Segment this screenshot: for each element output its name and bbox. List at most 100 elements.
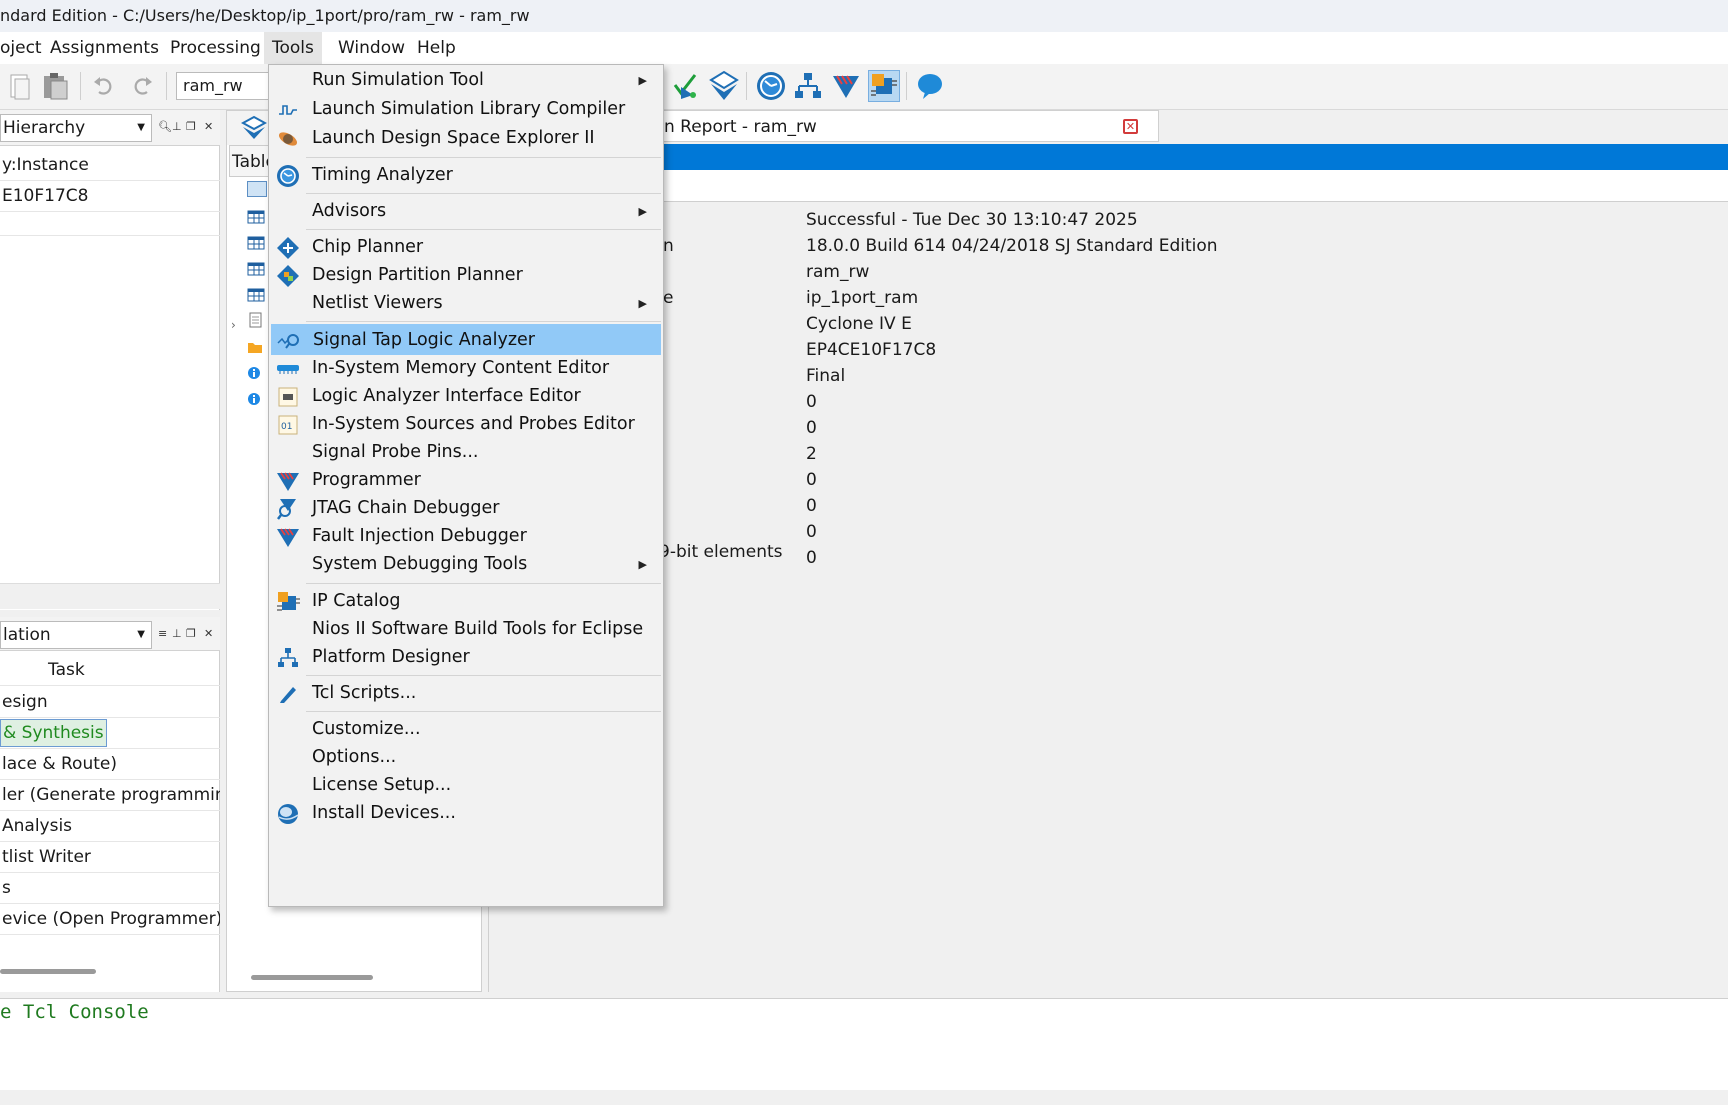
menubar: oject Assignments Processing Tools Windo… [0, 32, 1728, 64]
tcl-pen-icon [276, 682, 300, 706]
menu-item-signal-probe-pins[interactable]: Signal Probe Pins... [271, 437, 661, 468]
info-icon[interactable] [247, 391, 267, 407]
submenu-arrow-icon: ▶ [638, 297, 647, 310]
analysis-check-icon[interactable] [670, 70, 702, 102]
menu-item-nios-ii-sbt-eclipse[interactable]: Nios II Software Build Tools for Eclipse [271, 614, 661, 645]
task-row[interactable]: & Synthesis [0, 718, 220, 749]
menu-item-run-simulation-tool[interactable]: Run Simulation Tool ▶ [271, 65, 661, 96]
flow-combo[interactable]: lation ▼ [0, 621, 152, 649]
menu-item-programmer[interactable]: Programmer [271, 465, 661, 496]
report-label: 9-bit elements [659, 542, 783, 562]
task-row[interactable]: esign [0, 687, 220, 718]
partition-icon [276, 264, 300, 288]
redo-icon[interactable] [126, 70, 158, 102]
globe-icon [276, 802, 300, 826]
menu-item-install-devices[interactable]: Install Devices... [271, 798, 661, 829]
menu-item-customize[interactable]: Customize... [271, 714, 661, 745]
menu-help[interactable]: Help [409, 32, 464, 64]
undo-icon[interactable] [88, 70, 120, 102]
hierarchy-empty-row [0, 212, 220, 236]
menu-item-advisors[interactable]: Advisors ▶ [271, 196, 661, 227]
revision-combo[interactable]: ram_rw [176, 72, 272, 100]
menu-item-logic-analyzer-interface-editor[interactable]: Logic Analyzer Interface Editor [271, 381, 661, 412]
horizontal-scrollbar[interactable] [0, 969, 96, 974]
menu-processing[interactable]: Processing [162, 32, 269, 64]
feedback-bubble-icon[interactable] [914, 70, 946, 102]
task-column-header: Task [0, 655, 220, 686]
menu-item-timing-analyzer[interactable]: Timing Analyzer [271, 160, 661, 191]
menu-assignments[interactable]: Assignments [42, 32, 167, 64]
menu-window[interactable]: Window [330, 32, 413, 64]
quartus-version-value: 18.0.0 Build 614 04/24/2018 SJ Standard … [806, 236, 1218, 256]
menu-item-chip-planner[interactable]: Chip Planner [271, 232, 661, 263]
float-window-icon[interactable]: ❐ [186, 120, 196, 133]
fault-injection-icon [276, 525, 300, 549]
task-row[interactable]: tlist Writer [0, 842, 220, 873]
lai-icon [276, 385, 300, 409]
submenu-arrow-icon: ▶ [638, 558, 647, 571]
family-value: Cyclone IV E [806, 314, 912, 334]
report-value: 0 [806, 522, 817, 542]
menu-item-platform-designer[interactable]: Platform Designer [271, 642, 661, 673]
programmer-toolbar-icon[interactable] [830, 70, 862, 102]
close-icon[interactable]: ✕ [204, 120, 213, 133]
menu-item-tcl-scripts[interactable]: Tcl Scripts... [271, 678, 661, 709]
task-row[interactable]: Analysis [0, 811, 220, 842]
menu-item-in-system-sources-probes[interactable]: 01 In-System Sources and Probes Editor [271, 409, 661, 440]
list-icon[interactable]: ≡ [158, 627, 167, 640]
task-row[interactable]: s [0, 873, 220, 904]
menu-item-in-system-memory-content-editor[interactable]: In-System Memory Content Editor [271, 353, 661, 384]
ip-catalog-toolbar-icon[interactable] [868, 70, 900, 102]
menu-item-design-space-explorer[interactable]: Launch Design Space Explorer II [271, 123, 661, 154]
menu-item-ip-catalog[interactable]: IP Catalog [271, 586, 661, 617]
task-analysis-synthesis[interactable]: & Synthesis [0, 719, 107, 747]
clock-icon [276, 164, 300, 188]
task-row[interactable]: lace & Route) [0, 749, 220, 780]
float-window-icon[interactable]: ❐ [186, 627, 196, 640]
menu-item-netlist-viewers[interactable]: Netlist Viewers ▶ [271, 288, 661, 319]
menu-item-license-setup[interactable]: License Setup... [271, 770, 661, 801]
close-tab-icon[interactable]: ✕ [1123, 119, 1138, 134]
table-icon[interactable] [247, 209, 267, 225]
table-icon[interactable] [247, 261, 267, 277]
report-value: 0 [806, 548, 817, 568]
horizontal-scrollbar[interactable] [251, 975, 373, 980]
waveform-icon [276, 98, 300, 122]
info-icon[interactable] [247, 365, 267, 381]
timing-analyzer-icon[interactable] [755, 70, 787, 102]
compile-icon[interactable] [708, 70, 740, 102]
menu-item-options[interactable]: Options... [271, 742, 661, 773]
navigator-view-combo[interactable]: Hierarchy ▼ [0, 114, 152, 142]
menu-tools[interactable]: Tools [264, 32, 322, 64]
folder-icon[interactable] [247, 339, 267, 355]
paste-icon[interactable] [40, 70, 72, 102]
menu-item-signal-tap-logic-analyzer[interactable]: Signal Tap Logic Analyzer [271, 324, 661, 355]
document-icon[interactable] [247, 312, 267, 328]
hierarchy-device-row[interactable]: E10F17C8 [0, 181, 220, 212]
chip-planner-icon [276, 236, 300, 260]
menu-item-system-debugging-tools[interactable]: System Debugging Tools ▶ [271, 549, 661, 580]
pin-icon[interactable]: ⊥ [172, 627, 182, 640]
report-value: 2 [806, 444, 817, 464]
task-row[interactable]: evice (Open Programmer) [0, 904, 220, 935]
netlist-icon[interactable] [792, 70, 824, 102]
table-icon[interactable] [247, 181, 267, 197]
satellite-icon [276, 127, 300, 151]
table-icon[interactable] [247, 235, 267, 251]
hierarchy-header: y:Instance [0, 150, 220, 181]
compile-report-icon [240, 115, 268, 145]
menu-item-design-partition-planner[interactable]: Design Partition Planner [271, 260, 661, 291]
timing-models-value: Final [806, 366, 846, 386]
tcl-console[interactable]: e Tcl Console [0, 998, 1728, 1090]
pin-icon[interactable]: ⊥ [172, 120, 182, 133]
menu-item-launch-simulation-library-compiler[interactable]: Launch Simulation Library Compiler [271, 94, 661, 125]
search-icon[interactable]: 🔍︎ [158, 120, 172, 133]
menu-item-jtag-chain-debugger[interactable]: JTAG Chain Debugger [271, 493, 661, 524]
hierarchy-scroll-area [0, 583, 220, 609]
close-icon[interactable]: ✕ [204, 627, 213, 640]
menu-item-fault-injection-debugger[interactable]: Fault Injection Debugger [271, 521, 661, 552]
task-row[interactable]: ler (Generate programming [0, 780, 220, 811]
chevron-right-icon[interactable]: › [231, 318, 236, 332]
table-icon[interactable] [247, 287, 267, 303]
copy-icon[interactable] [4, 70, 36, 102]
